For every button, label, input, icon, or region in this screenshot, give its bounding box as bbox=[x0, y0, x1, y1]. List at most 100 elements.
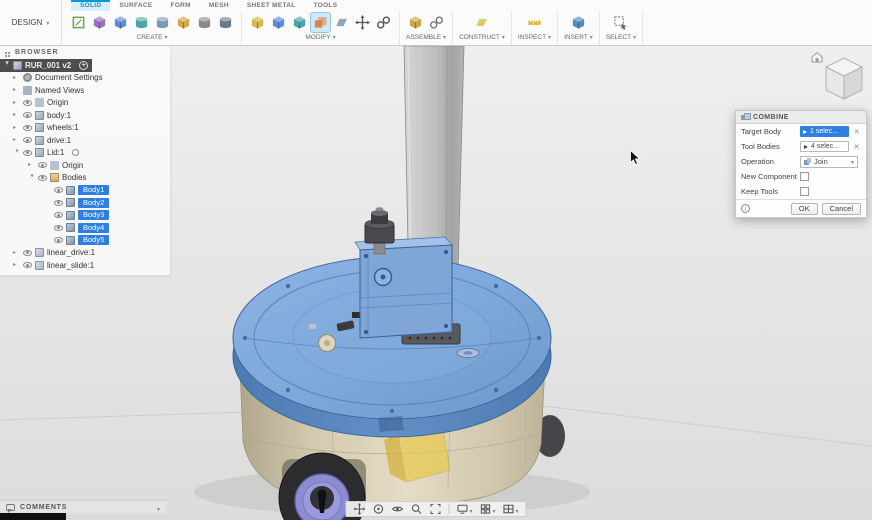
revolve-icon[interactable] bbox=[132, 13, 151, 32]
visibility-eye-icon[interactable] bbox=[54, 199, 63, 206]
zoom-icon[interactable] bbox=[410, 503, 422, 515]
combine-icon[interactable] bbox=[310, 12, 331, 33]
assemble-dropdown[interactable]: ASSEMBLE bbox=[406, 34, 446, 41]
ok-button[interactable]: OK bbox=[790, 202, 818, 215]
tab-solid[interactable]: SOLID bbox=[71, 0, 111, 11]
dialog-header[interactable]: COMBINE bbox=[736, 111, 866, 124]
expand-arrow-icon[interactable] bbox=[13, 137, 20, 143]
expand-arrow-icon[interactable] bbox=[14, 149, 20, 156]
insert-dropdown[interactable]: INSERT bbox=[564, 34, 593, 41]
create-dropdown[interactable]: CREATE bbox=[137, 34, 168, 41]
extrude-icon[interactable] bbox=[111, 13, 130, 32]
browser-header[interactable]: BROWSER bbox=[0, 46, 170, 59]
browser-item-lid-1[interactable]: Lid:1 bbox=[0, 147, 170, 160]
new-sketch-icon[interactable] bbox=[69, 13, 88, 32]
browser-item-body5[interactable]: Body5 bbox=[0, 234, 170, 247]
info-icon[interactable] bbox=[741, 204, 750, 213]
visibility-eye-icon[interactable] bbox=[54, 212, 63, 219]
visibility-eye-icon[interactable] bbox=[23, 124, 32, 131]
browser-item-drive-1[interactable]: drive:1 bbox=[0, 134, 170, 147]
align-icon[interactable] bbox=[374, 13, 393, 32]
joint-icon[interactable] bbox=[427, 13, 446, 32]
expand-arrow-icon[interactable] bbox=[13, 100, 20, 106]
clear-tools-icon[interactable] bbox=[852, 143, 861, 151]
look-at-icon[interactable] bbox=[391, 503, 404, 515]
comments-bar[interactable]: COMMENTS bbox=[0, 500, 166, 513]
chevron-down-icon[interactable] bbox=[157, 498, 160, 516]
viewports-menu[interactable] bbox=[503, 500, 519, 518]
sweep-icon[interactable] bbox=[153, 13, 172, 32]
browser-item-body4[interactable]: Body4 bbox=[0, 222, 170, 235]
browser-item-body1[interactable]: Body1 bbox=[0, 184, 170, 197]
display-settings-menu[interactable] bbox=[456, 500, 472, 518]
browser-item-origin[interactable]: Origin bbox=[0, 97, 170, 110]
design-menu-button[interactable]: DESIGN bbox=[0, 0, 62, 45]
tool-bodies-selection[interactable]: 4 selec... bbox=[800, 141, 849, 152]
construct-dropdown[interactable]: CONSTRUCT bbox=[459, 34, 505, 41]
home-icon[interactable] bbox=[811, 51, 823, 63]
view-cube[interactable] bbox=[810, 48, 868, 110]
browser-item-root[interactable]: RUR_001 v2 bbox=[0, 59, 93, 72]
create-form-icon[interactable] bbox=[90, 13, 109, 32]
fillet-icon[interactable] bbox=[269, 13, 288, 32]
press-pull-icon[interactable] bbox=[248, 13, 267, 32]
visibility-eye-icon[interactable] bbox=[23, 112, 32, 119]
expand-arrow-icon[interactable] bbox=[29, 174, 35, 181]
browser-item-document-settings[interactable]: Document Settings bbox=[0, 72, 170, 85]
move-copy-icon[interactable] bbox=[353, 13, 372, 32]
browser-item-bodies-folder[interactable]: Bodies bbox=[0, 172, 170, 185]
orbit-icon[interactable] bbox=[372, 503, 384, 515]
operation-select[interactable]: Join bbox=[800, 155, 858, 168]
expand-arrow-icon[interactable] bbox=[13, 87, 20, 93]
visibility-eye-icon[interactable] bbox=[23, 99, 32, 106]
clear-target-icon[interactable] bbox=[852, 128, 861, 136]
fit-view-icon[interactable] bbox=[429, 503, 441, 515]
visibility-eye-icon[interactable] bbox=[38, 174, 47, 181]
tab-surface[interactable]: SURFACE bbox=[110, 0, 161, 11]
expand-arrow-icon[interactable] bbox=[4, 62, 10, 69]
browser-item-body3[interactable]: Body3 bbox=[0, 209, 170, 222]
visibility-eye-icon[interactable] bbox=[23, 137, 32, 144]
tab-tools[interactable]: TOOLS bbox=[305, 0, 347, 11]
browser-item-lid-origin[interactable]: Origin bbox=[0, 159, 170, 172]
modify-dropdown[interactable]: MODIFY bbox=[305, 34, 335, 41]
expand-arrow-icon[interactable] bbox=[28, 162, 35, 168]
browser-item-linear-drive-1[interactable]: linear_drive:1 bbox=[0, 247, 170, 260]
hole-icon[interactable] bbox=[195, 13, 214, 32]
visibility-eye-icon[interactable] bbox=[54, 187, 63, 194]
cancel-button[interactable]: Cancel bbox=[821, 202, 861, 215]
add-circle-icon[interactable] bbox=[79, 60, 89, 70]
model-bracket[interactable] bbox=[354, 236, 453, 339]
shell-icon[interactable] bbox=[290, 13, 309, 32]
browser-item-linear-slide-1[interactable]: linear_slide:1 bbox=[0, 259, 170, 272]
inspect-dropdown[interactable]: INSPECT bbox=[518, 34, 551, 41]
expand-arrow-icon[interactable] bbox=[13, 250, 20, 256]
tab-sheet-metal[interactable]: SHEET METAL bbox=[238, 0, 305, 11]
view-cube-body[interactable] bbox=[824, 57, 864, 100]
activate-component-radio[interactable] bbox=[72, 149, 80, 157]
tab-mesh[interactable]: MESH bbox=[200, 0, 238, 11]
browser-item-named-views[interactable]: Named Views bbox=[0, 84, 170, 97]
select-dropdown[interactable]: SELECT bbox=[606, 34, 636, 41]
construction-plane-icon[interactable] bbox=[472, 13, 491, 32]
measure-icon[interactable] bbox=[525, 13, 544, 32]
keep-tools-checkbox[interactable] bbox=[800, 187, 809, 196]
tab-form[interactable]: FORM bbox=[162, 0, 200, 11]
browser-item-body-1[interactable]: body:1 bbox=[0, 109, 170, 122]
insert-icon[interactable] bbox=[569, 13, 588, 32]
expand-arrow-icon[interactable] bbox=[13, 75, 20, 81]
expand-arrow-icon[interactable] bbox=[13, 112, 20, 118]
new-component-icon[interactable] bbox=[406, 13, 425, 32]
grid-settings-menu[interactable] bbox=[479, 500, 495, 518]
thread-icon[interactable] bbox=[216, 13, 235, 32]
visibility-eye-icon[interactable] bbox=[23, 149, 32, 156]
visibility-eye-icon[interactable] bbox=[38, 162, 47, 169]
expand-arrow-icon[interactable] bbox=[13, 125, 20, 131]
new-component-checkbox[interactable] bbox=[800, 172, 809, 181]
select-icon[interactable] bbox=[611, 13, 630, 32]
target-body-selection[interactable]: 1 selec... bbox=[800, 126, 849, 137]
pan-icon[interactable] bbox=[353, 503, 365, 515]
offset-face-icon[interactable] bbox=[332, 13, 351, 32]
browser-item-wheels-1[interactable]: wheels:1 bbox=[0, 122, 170, 135]
visibility-eye-icon[interactable] bbox=[23, 262, 32, 269]
